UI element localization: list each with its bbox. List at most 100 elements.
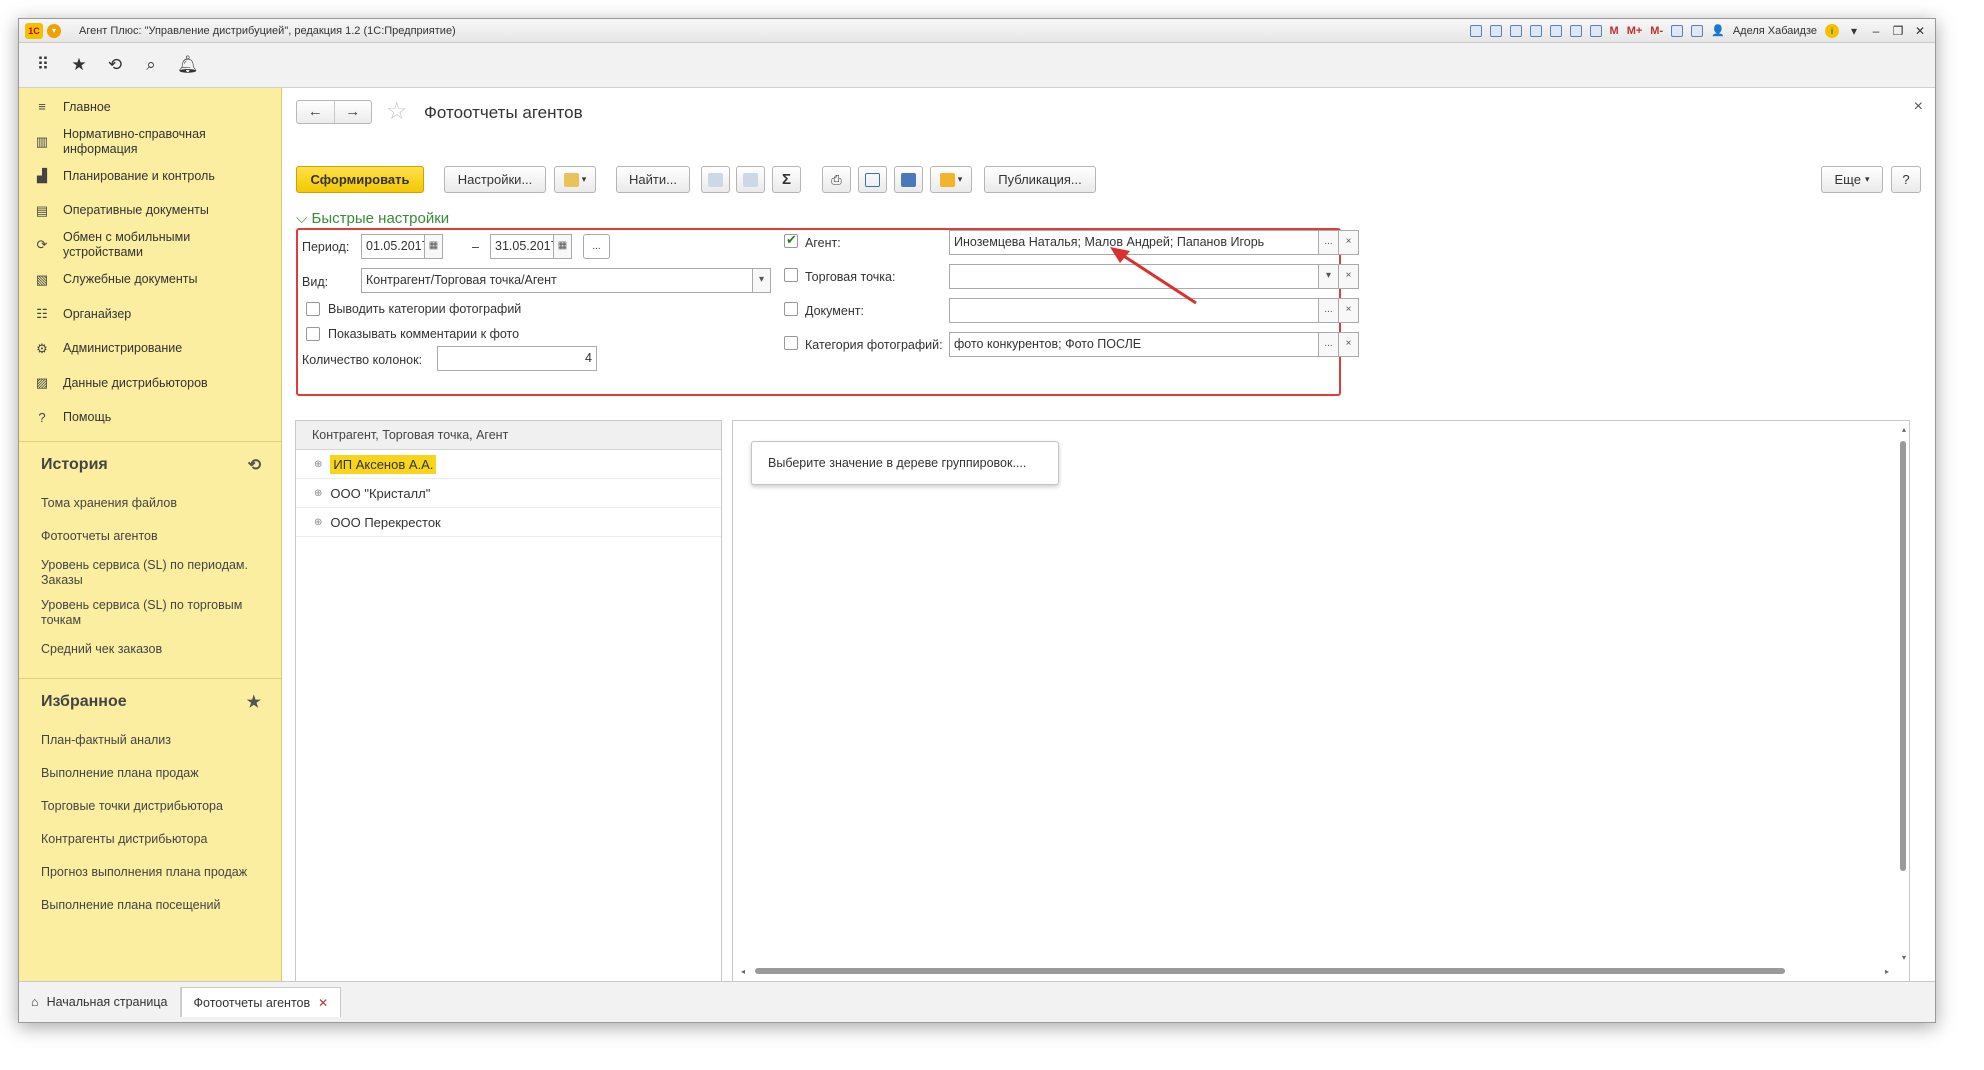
show-comments-checkbox[interactable]: [306, 327, 320, 341]
favorite-item[interactable]: Прогноз выполнения плана продаж: [19, 856, 281, 889]
horizontal-scrollbar[interactable]: [755, 968, 1785, 974]
find-button[interactable]: Найти...: [616, 166, 690, 193]
date-to-field[interactable]: 31.05.2017: [490, 234, 554, 259]
help-button[interactable]: ?: [1891, 166, 1921, 193]
history-icon[interactable]: ⟲: [248, 455, 261, 475]
favorite-item[interactable]: Контрагенты дистрибьютора: [19, 823, 281, 856]
sidebar-item-catalog[interactable]: ▥ Нормативно-справочная информация: [19, 125, 281, 160]
category-field[interactable]: фото конкурентов; Фото ПОСЛЕ: [949, 332, 1319, 357]
print-button[interactable]: ⎙: [822, 166, 851, 193]
outlet-checkbox[interactable]: [784, 268, 798, 282]
copy-icon[interactable]: [1549, 24, 1562, 37]
restore-icon[interactable]: ❐: [1891, 24, 1905, 38]
tree-row[interactable]: ⊕ ООО Перекресток: [296, 508, 721, 537]
calendar-from-icon[interactable]: ▦: [425, 234, 443, 259]
favorites-star-icon[interactable]: ★: [69, 55, 89, 75]
email-button[interactable]: ▾: [930, 166, 972, 193]
tab-home[interactable]: ⌂ Начальная страница: [19, 987, 181, 1017]
save-icon[interactable]: [1469, 24, 1482, 37]
vertical-scrollbar[interactable]: [1900, 441, 1906, 871]
sidebar-item-help[interactable]: ? Помощь: [19, 401, 281, 436]
date-from-field[interactable]: 01.05.2017: [361, 234, 425, 259]
category-checkbox[interactable]: [784, 336, 798, 350]
category-select-button[interactable]: ...: [1319, 332, 1339, 357]
category-clear-button[interactable]: ×: [1339, 332, 1359, 357]
calendar-to-icon[interactable]: ▦: [554, 234, 572, 259]
table-icon[interactable]: [1569, 24, 1582, 37]
save-button[interactable]: [894, 166, 923, 193]
history-item[interactable]: Тома хранения файлов: [19, 487, 281, 520]
period-select-button[interactable]: ...: [583, 234, 610, 259]
outlet-clear-button[interactable]: ×: [1339, 264, 1359, 289]
forward-arrow-icon[interactable]: →: [335, 101, 372, 123]
panels-icon[interactable]: [1691, 24, 1704, 37]
info-icon[interactable]: i: [1825, 23, 1839, 38]
memory-plus-button[interactable]: M+: [1627, 25, 1643, 37]
expand-plus-icon[interactable]: ⊕: [314, 488, 322, 499]
view-dropdown-icon[interactable]: ▾: [753, 268, 771, 293]
1c-logo-icon[interactable]: 1С: [25, 22, 43, 39]
history-item[interactable]: Уровень сервиса (SL) по периодам. Заказы: [19, 553, 281, 593]
variants-button[interactable]: ▾: [554, 166, 596, 193]
tree-row[interactable]: ⊕ ООО "Кристалл": [296, 479, 721, 508]
expand-plus-icon[interactable]: ⊕: [314, 517, 322, 528]
view-field[interactable]: Контрагент/Торговая точка/Агент: [361, 268, 753, 293]
publish-button[interactable]: Публикация...: [984, 166, 1096, 193]
close-tab-icon[interactable]: ✕: [318, 996, 328, 1010]
sidebar-item-organizer[interactable]: ☷ Органайзер: [19, 297, 281, 332]
agent-checkbox[interactable]: [784, 232, 798, 248]
show-categories-checkbox[interactable]: [306, 302, 320, 316]
dropdown-icon[interactable]: ▾: [1847, 24, 1861, 38]
apps-grid-icon[interactable]: ⠿: [33, 55, 53, 75]
scroll-left-icon[interactable]: ◂: [741, 967, 745, 976]
calendar-icon[interactable]: [1589, 24, 1602, 37]
tree-row[interactable]: ⊕ ИП Аксенов А.А.: [296, 450, 721, 479]
preview-icon[interactable]: [1509, 24, 1522, 37]
search-icon[interactable]: ⌕: [141, 55, 161, 75]
print-icon[interactable]: [1489, 24, 1502, 37]
collapse-icon[interactable]: [736, 166, 765, 193]
favorite-item[interactable]: Торговые точки дистрибьютора: [19, 790, 281, 823]
favorite-item[interactable]: Выполнение плана посещений: [19, 889, 281, 922]
sidebar-item-main[interactable]: ≡ Главное: [19, 90, 281, 125]
user-name[interactable]: Аделя Хабаидзе: [1733, 25, 1817, 37]
scroll-up-icon[interactable]: ▴: [1902, 425, 1906, 434]
favorite-item[interactable]: Выполнение плана продаж: [19, 757, 281, 790]
sidebar-item-operative-docs[interactable]: ▤ Оперативные документы: [19, 194, 281, 229]
document-checkbox[interactable]: [784, 302, 798, 316]
scroll-down-icon[interactable]: ▾: [1902, 953, 1906, 962]
tab-photo-reports[interactable]: Фотоотчеты агентов ✕: [180, 987, 342, 1017]
zoom-icon[interactable]: [1671, 24, 1684, 37]
memory-minus-button[interactable]: M-: [1650, 25, 1663, 37]
sidebar-item-service-docs[interactable]: ▧ Служебные документы: [19, 263, 281, 298]
settings-button[interactable]: Настройки...: [444, 166, 546, 193]
document-clear-button[interactable]: ×: [1339, 298, 1359, 323]
scroll-right-icon[interactable]: ▸: [1885, 967, 1889, 976]
outlet-dropdown-icon[interactable]: ▾: [1319, 264, 1339, 289]
preview-button[interactable]: [858, 166, 887, 193]
close-form-icon[interactable]: ×: [1914, 98, 1923, 116]
favorite-star-icon[interactable]: ☆: [386, 97, 408, 126]
more-button[interactable]: Еще ▾: [1821, 166, 1883, 193]
history-item[interactable]: Уровень сервиса (SL) по торговым точкам: [19, 593, 281, 633]
back-arrow-icon[interactable]: ←: [297, 101, 335, 123]
sidebar-item-distributors[interactable]: ▨ Данные дистрибьюторов: [19, 366, 281, 401]
sidebar-item-planning[interactable]: ▟ Планирование и контроль: [19, 159, 281, 194]
sidebar-item-admin[interactable]: ⚙ Администрирование: [19, 332, 281, 367]
close-window-icon[interactable]: ✕: [1913, 24, 1927, 38]
generate-button[interactable]: Сформировать: [296, 166, 424, 193]
sum-button[interactable]: Σ: [772, 166, 801, 193]
main-menu-dropdown-icon[interactable]: ▾: [47, 23, 61, 38]
minimize-icon[interactable]: –: [1869, 24, 1883, 38]
history-icon[interactable]: ⟲: [105, 55, 125, 75]
history-item[interactable]: Фотоотчеты агентов: [19, 520, 281, 553]
favorite-item[interactable]: План-фактный анализ: [19, 724, 281, 757]
bell-icon[interactable]: 🔔︎: [177, 55, 199, 75]
memory-m-button[interactable]: M: [1610, 25, 1619, 37]
star-icon[interactable]: ★: [247, 692, 261, 712]
columns-field[interactable]: 4: [437, 346, 597, 371]
history-item[interactable]: Средний чек заказов: [19, 633, 281, 666]
agent-select-button[interactable]: ...: [1319, 230, 1339, 255]
agent-clear-button[interactable]: ×: [1339, 230, 1359, 255]
upload-icon[interactable]: [1529, 24, 1542, 37]
